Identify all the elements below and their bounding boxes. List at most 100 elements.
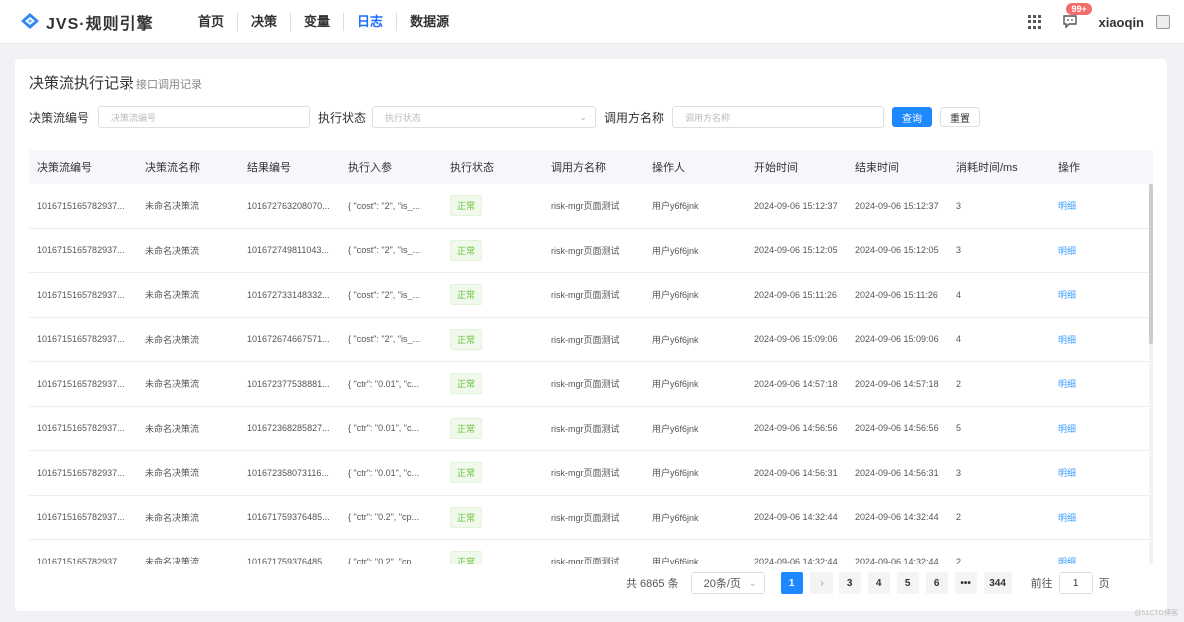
nav-log[interactable]: 日志 <box>344 13 398 31</box>
chevron-down-icon: ⌄ <box>579 112 588 122</box>
table-body: 1016715165782937... 未命名决策流 101672763208070… <box>29 184 1153 564</box>
cell-end-time: 2024-09-06 15:12:05 <box>855 245 939 256</box>
page-title: 决策流执行记录 <box>29 75 135 92</box>
detail-link[interactable]: 明细 <box>1058 290 1076 300</box>
apps-grid-icon[interactable] <box>1028 15 1042 29</box>
cell-duration: 3 <box>956 200 962 211</box>
cell-duration: 3 <box>956 245 962 256</box>
cell-status: 正常 <box>442 551 543 564</box>
detail-link[interactable]: 明细 <box>1058 246 1076 256</box>
logo[interactable]: JVS·规则引擎 <box>20 10 154 34</box>
query-button[interactable]: 查询 <box>892 107 933 127</box>
status-badge: 正常 <box>450 462 483 484</box>
filter-bar: 决策流编号 决策流编号 执行状态 执行状态 ⌄ 调用方名称 调用方名称 查询 重… <box>29 106 981 128</box>
table-row[interactable]: 1016715165782937... 未命名决策流 101672749811043… <box>29 229 1153 273</box>
flow-id-input[interactable]: 决策流编号 <box>98 106 311 128</box>
detail-link[interactable]: 明细 <box>1058 201 1076 211</box>
cell-start-time: 2024-09-06 14:57:18 <box>754 378 838 389</box>
nav-home[interactable]: 首页 <box>185 13 239 31</box>
page-1[interactable]: 1 <box>780 572 803 594</box>
reset-button[interactable]: 重置 <box>940 107 981 127</box>
status-select[interactable]: 执行状态 ⌄ <box>372 106 597 128</box>
message-badge: 99+ <box>1066 3 1092 15</box>
logo-icon <box>21 13 39 29</box>
sub-tab-api-log[interactable]: 接口调用记录 <box>129 76 202 92</box>
cell-flow-name: 未命名决策流 <box>145 201 200 212</box>
table-scrollbar[interactable] <box>1149 184 1153 564</box>
flow-id-label: 决策流编号 <box>29 110 90 125</box>
table-row[interactable]: 1016715165782937... 未命名决策流 101672368285827… <box>29 407 1153 451</box>
cell-actions: 明细 <box>1050 333 1153 346</box>
cell-status: 正常 <box>442 417 543 439</box>
table-row[interactable]: 1016715165782937... 未命名决策流 101672763208070… <box>29 184 1153 229</box>
cell-params: { "ctr": "0.01", "c... <box>348 378 419 389</box>
table-row[interactable]: 1016715165782937... 未命名决策流 101671759376485… <box>29 496 1153 540</box>
page-3[interactable]: 3 <box>838 572 861 594</box>
cell-params: { "ctr": "0.2", "cp... <box>348 512 419 523</box>
page-ellipsis[interactable]: ••• <box>954 572 977 594</box>
cell-end-time: 2024-09-06 14:56:31 <box>855 467 939 478</box>
header-end-time: 结束时间 <box>855 162 899 174</box>
status-label: 执行状态 <box>318 110 367 125</box>
cell-result-id: 101672749811043... <box>247 245 329 256</box>
message-button[interactable]: 99+ <box>1062 3 1092 31</box>
cell-start-time: 2024-09-06 14:32:44 <box>754 512 838 523</box>
header-caller: 调用方名称 <box>551 162 606 174</box>
page-size-select[interactable]: 20条/页 ⌄ <box>690 572 765 594</box>
header-duration: 消耗时间/ms <box>956 162 1018 174</box>
table-row[interactable]: 1016715165782937... 未命名决策流 101672733148332… <box>29 273 1153 318</box>
nav-datasource[interactable]: 数据源 <box>397 13 462 31</box>
cell-start-time: 2024-09-06 14:32:44 <box>754 556 838 564</box>
page-6[interactable]: 6 <box>925 572 948 594</box>
cell-result-id: 101671759376485... <box>247 512 330 523</box>
cell-end-time: 2024-09-06 15:09:06 <box>855 334 939 345</box>
cell-actions: 明细 <box>1050 511 1153 524</box>
cell-params: { "cost": "2", "is_... <box>348 245 420 256</box>
cell-actions: 明细 <box>1050 555 1153 564</box>
cell-status: 正常 <box>442 462 543 484</box>
table-row[interactable]: 1016715165782937... 未命名决策流 101672377538881… <box>29 362 1153 407</box>
avatar[interactable] <box>1156 15 1170 29</box>
cell-caller: risk-mgr页面测试 <box>551 201 620 212</box>
cell-result-id: 101672358073116... <box>247 467 329 478</box>
cell-status: 正常 <box>442 284 543 306</box>
header-flow-id: 决策流编号 <box>37 162 92 174</box>
cell-flow-name: 未命名决策流 <box>145 334 200 345</box>
cell-flow-name: 未命名决策流 <box>145 423 200 434</box>
detail-link[interactable]: 明细 <box>1058 557 1076 564</box>
page-5[interactable]: 5 <box>896 572 919 594</box>
table-row[interactable]: 1016715165782937... 未命名决策流 101671759376485… <box>29 540 1153 564</box>
cell-end-time: 2024-09-06 14:57:18 <box>855 378 939 389</box>
table-row[interactable]: 1016715165782937... 未命名决策流 101672674667571… <box>29 318 1153 362</box>
next-page-button[interactable]: › <box>811 572 833 594</box>
table-row[interactable]: 1016715165782937... 未命名决策流 101672358073116… <box>29 451 1153 496</box>
detail-link[interactable]: 明细 <box>1058 335 1076 345</box>
username[interactable]: xiaoqin <box>1098 15 1144 30</box>
cell-actions: 明细 <box>1050 288 1153 301</box>
cell-params: { "ctr": "0.01", "c... <box>348 467 419 478</box>
cell-params: { "cost": "2", "is_... <box>348 334 420 345</box>
goto-input[interactable]: 1 <box>1058 572 1093 594</box>
cell-start-time: 2024-09-06 15:09:06 <box>754 334 838 345</box>
cell-actions: 明细 <box>1050 422 1153 435</box>
cell-status: 正常 <box>442 239 543 261</box>
cell-duration: 5 <box>956 423 962 434</box>
detail-link[interactable]: 明细 <box>1058 424 1076 434</box>
cell-flow-name: 未命名决策流 <box>145 245 200 256</box>
detail-link[interactable]: 明细 <box>1058 379 1076 389</box>
nav-decision[interactable]: 决策 <box>238 13 292 31</box>
total-count: 共 6865 条 <box>626 578 679 590</box>
page-344[interactable]: 344 <box>983 572 1012 594</box>
detail-link[interactable]: 明细 <box>1058 513 1076 523</box>
cell-params: { "ctr": "0.01", "c... <box>348 423 419 434</box>
page-4[interactable]: 4 <box>867 572 890 594</box>
cell-actions: 明细 <box>1050 377 1153 390</box>
message-icon <box>1063 15 1078 29</box>
status-badge: 正常 <box>450 195 483 217</box>
nav-variable[interactable]: 变量 <box>291 13 345 31</box>
cell-caller: risk-mgr页面测试 <box>551 512 620 523</box>
cell-caller: risk-mgr页面测试 <box>551 557 620 564</box>
header-flow-name: 决策流名称 <box>145 162 200 174</box>
caller-input[interactable]: 调用方名称 <box>672 106 885 128</box>
detail-link[interactable]: 明细 <box>1058 468 1076 478</box>
